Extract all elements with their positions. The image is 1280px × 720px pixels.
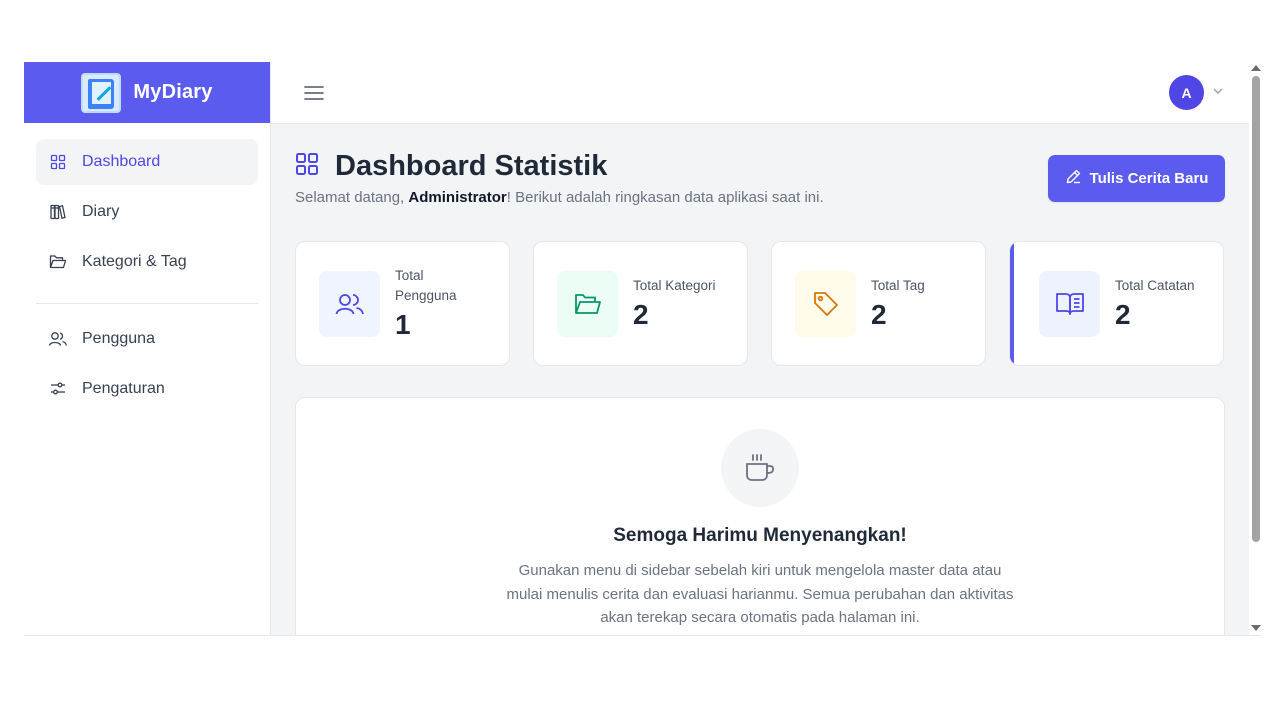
stat-value: 1 [395, 308, 411, 340]
stats-cards: Total Pengguna 1 Total Kategori 2 Total … [295, 241, 1225, 366]
folder-icon [48, 252, 68, 272]
welcome-title: Semoga Harimu Menyenangkan! [613, 525, 907, 546]
scroll-down-arrow-icon[interactable] [1251, 625, 1261, 631]
grid-icon [48, 152, 68, 172]
page-header: Dashboard Statistik Selamat datang, Admi… [295, 150, 824, 206]
pencil-icon [1065, 168, 1082, 189]
scroll-up-arrow-icon[interactable] [1251, 65, 1261, 71]
stat-card-kategori: Total Kategori 2 [533, 241, 748, 366]
current-user-name: Administrator [408, 189, 507, 206]
welcome-panel: Semoga Harimu Menyenangkan! Gunakan menu… [295, 397, 1225, 635]
users-icon [48, 329, 68, 349]
scrollbar-thumb[interactable] [1252, 76, 1260, 542]
stat-value: 2 [871, 298, 887, 330]
stat-label: Total Tag [871, 277, 925, 293]
open-book-icon [1039, 270, 1100, 337]
avatar[interactable]: A [1169, 75, 1204, 110]
new-story-button-label: Tulis Cerita Baru [1089, 170, 1209, 187]
sidebar-divider [36, 303, 258, 304]
sidebar-item-label: Kategori & Tag [82, 253, 187, 270]
stat-value: 2 [1115, 298, 1131, 330]
stat-card-tag: Total Tag 2 [771, 241, 986, 366]
welcome-text: Gunakan menu di sidebar sebelah kiri unt… [506, 562, 1014, 626]
sidebar: MyDiary Dashboard Diary Kategori & Tag P… [24, 62, 271, 635]
sidebar-nav: Dashboard Diary Kategori & Tag Pengguna … [24, 123, 270, 412]
books-icon [48, 202, 68, 222]
stat-label: Total Catatan [1115, 277, 1195, 293]
new-story-button[interactable]: Tulis Cerita Baru [1048, 155, 1225, 202]
chevron-down-icon [1212, 84, 1224, 102]
sidebar-item-label: Pengaturan [82, 380, 165, 397]
page-scrollbar[interactable] [1249, 62, 1262, 635]
sidebar-item-pengaturan[interactable]: Pengaturan [36, 366, 258, 412]
stat-label: Total Pengguna [395, 267, 457, 303]
sidebar-item-pengguna[interactable]: Pengguna [36, 316, 258, 362]
main-content: Dashboard Statistik Selamat datang, Admi… [271, 124, 1249, 635]
hamburger-menu-icon[interactable] [303, 82, 325, 104]
sidebar-item-label: Diary [82, 203, 120, 220]
sidebar-item-dashboard[interactable]: Dashboard [36, 139, 258, 185]
brand-name: MyDiary [133, 81, 213, 103]
page-subtitle: Selamat datang, Administrator! Berikut a… [295, 189, 824, 206]
user-menu[interactable]: A [1169, 75, 1224, 110]
app-window: MyDiary Dashboard Diary Kategori & Tag P… [24, 62, 1262, 636]
sidebar-item-label: Dashboard [82, 153, 161, 170]
sidebar-item-diary[interactable]: Diary [36, 189, 258, 235]
sidebar-item-kategori-tag[interactable]: Kategori & Tag [36, 239, 258, 285]
stat-value: 2 [633, 298, 649, 330]
tag-icon [795, 270, 856, 337]
stat-card-catatan: Total Catatan 2 [1009, 241, 1224, 366]
brand-header[interactable]: MyDiary [24, 62, 270, 123]
sliders-icon [48, 379, 68, 399]
sidebar-item-label: Pengguna [82, 330, 155, 347]
stat-card-pengguna: Total Pengguna 1 [295, 241, 510, 366]
page-title: Dashboard Statistik [335, 150, 608, 182]
coffee-cup-icon [721, 429, 799, 507]
diary-logo-icon [81, 72, 122, 113]
topbar: A [271, 62, 1249, 124]
stat-label: Total Kategori [633, 277, 716, 293]
grid-icon [295, 152, 319, 181]
folder-icon [557, 270, 618, 337]
users-icon [319, 270, 380, 337]
